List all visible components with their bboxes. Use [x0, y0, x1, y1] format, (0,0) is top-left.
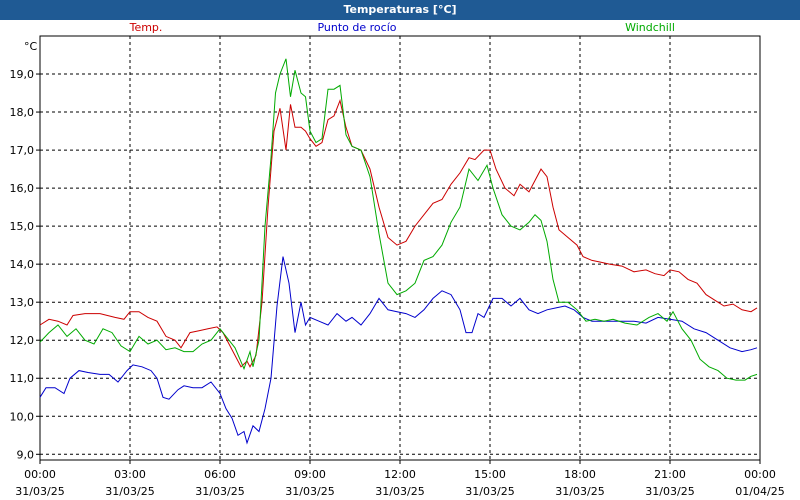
- y-tick-label: 17,0: [10, 144, 35, 157]
- x-tick-time-label: 21:00: [654, 468, 686, 481]
- x-tick-date-label: 31/03/25: [555, 485, 604, 498]
- x-tick-time-label: 03:00: [114, 468, 146, 481]
- x-tick-time-label: 12:00: [384, 468, 416, 481]
- y-tick-label: 14,0: [10, 258, 35, 271]
- x-tick-time-label: 09:00: [294, 468, 326, 481]
- legend-entry-0: Temp.: [129, 21, 163, 34]
- y-tick-label: 18,0: [10, 106, 35, 119]
- legend-entry-2: Windchill: [625, 21, 675, 34]
- y-tick-label: 10,0: [10, 410, 35, 423]
- x-tick-date-label: 01/04/25: [735, 485, 784, 498]
- y-axis-unit-label: °C: [24, 40, 38, 53]
- chart-window: Temperaturas [°C] 9,0 10,0 11,0 12,0 13,0 14,…: [0, 0, 800, 500]
- y-tick-label: 9,0: [17, 448, 35, 461]
- x-tick-time-label: 06:00: [204, 468, 236, 481]
- x-tick-date-label: 31/03/25: [15, 485, 64, 498]
- temperature-chart: 9,0 10,0 11,0 12,0 13,0 14,0 15,0 16,0 17,0 18,0 1…: [10, 21, 785, 498]
- legend: Temp. Punto de rocío Windchill: [129, 21, 675, 34]
- chart-title: Temperaturas [°C]: [0, 0, 800, 20]
- y-tick-label: 15,0: [10, 220, 35, 233]
- x-tick-date-label: 31/03/25: [195, 485, 244, 498]
- y-tick-label: 11,0: [10, 372, 35, 385]
- x-tick-time-label: 15:00: [474, 468, 506, 481]
- x-tick-date-label: 31/03/25: [645, 485, 694, 498]
- x-tick-date-label: 31/03/25: [105, 485, 154, 498]
- y-tick-label: 19,0: [10, 68, 35, 81]
- legend-entry-1: Punto de rocío: [317, 21, 396, 34]
- x-tick-time-label: 00:00: [744, 468, 776, 481]
- y-tick-label: 12,0: [10, 334, 35, 347]
- y-tick-label: 13,0: [10, 296, 35, 309]
- y-tick-label: 16,0: [10, 182, 35, 195]
- x-tick-date-label: 31/03/25: [285, 485, 334, 498]
- x-tick-time-label: 18:00: [564, 468, 596, 481]
- x-tick-time-label: 00:00: [24, 468, 56, 481]
- x-tick-date-label: 31/03/25: [375, 485, 424, 498]
- x-tick-date-label: 31/03/25: [465, 485, 514, 498]
